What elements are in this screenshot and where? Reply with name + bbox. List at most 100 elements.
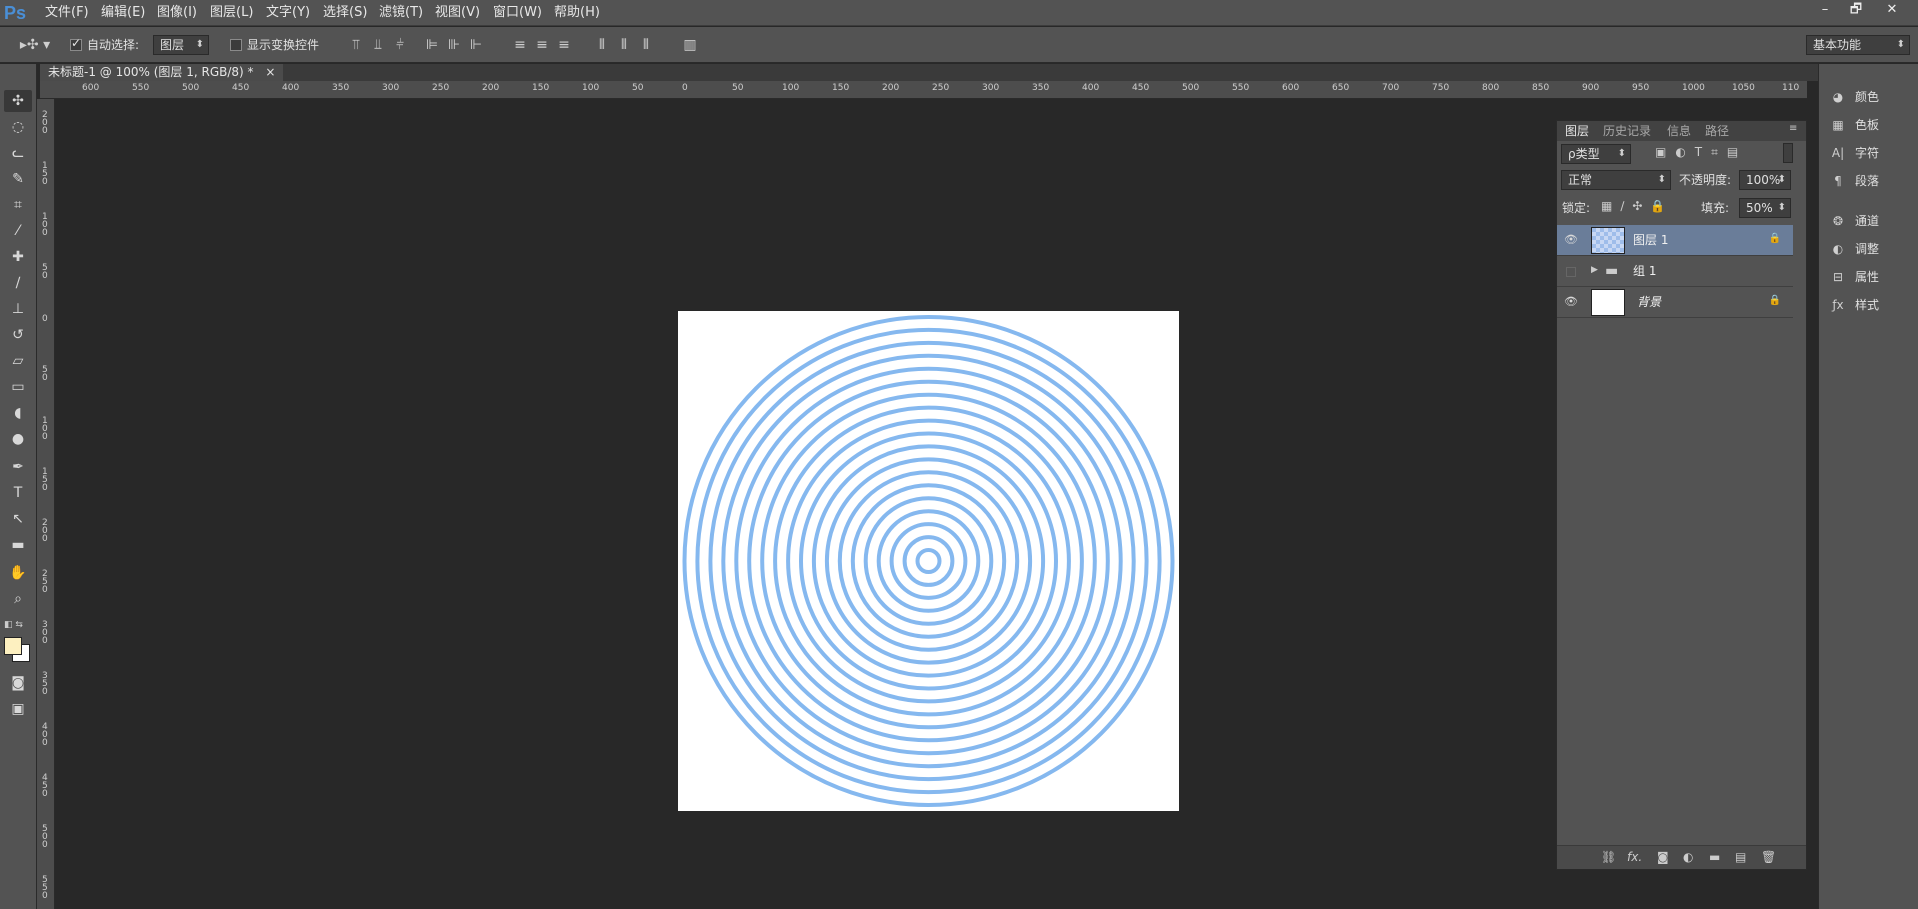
auto-align-icon[interactable]: ▥: [680, 35, 700, 55]
group-expand-chevron-icon[interactable]: ▶: [1591, 265, 1598, 275]
opacity-field[interactable]: 100%: [1739, 170, 1791, 190]
tools-panel: ✣ ◌ ᓚ ✎ ⌗ ⁄ ✚ ∕ ⊥ ↺ ▱ ▭ ◖ ● ✒ T ↖ ▬ ✋ ⌕ …: [0, 64, 37, 909]
align-right-icon[interactable]: ⊩: [466, 35, 486, 55]
history-brush-icon[interactable]: ↺: [4, 324, 32, 346]
ruler-tick-label: 150: [532, 83, 550, 93]
show-transform-label: 显示变换控件: [247, 38, 320, 52]
dock-character[interactable]: A| 字符: [1829, 142, 1879, 164]
foreground-color-swatch[interactable]: [4, 637, 22, 655]
dock-styles[interactable]: ƒx 样式: [1829, 294, 1879, 316]
distribute-left-icon[interactable]: ⦀: [592, 35, 612, 55]
align-vcenter-icon[interactable]: ⫫: [368, 35, 388, 55]
layer-row[interactable]: 👁 图层 1 🔒: [1557, 225, 1793, 256]
menu-image[interactable]: 图像(I): [157, 0, 197, 26]
ring-circle: [721, 353, 1136, 769]
document-canvas[interactable]: [678, 311, 1179, 811]
workspace-switcher[interactable]: 基本功能: [1806, 35, 1910, 55]
dock-properties[interactable]: ⊟ 属性: [1829, 266, 1879, 288]
fill-field[interactable]: 50%: [1739, 198, 1791, 218]
dock-color[interactable]: ◕ 颜色: [1829, 86, 1879, 108]
document-tab-close-icon[interactable]: ×: [265, 65, 275, 79]
layer-filter-dropdown[interactable]: ρ类型: [1561, 144, 1631, 164]
show-transform-checkbox[interactable]: [230, 39, 242, 51]
align-left-icon[interactable]: ⊫: [422, 35, 442, 55]
auto-select-checkbox[interactable]: [70, 36, 82, 51]
close-button[interactable]: ✕: [1878, 1, 1906, 19]
fx-icon[interactable]: fx.: [1627, 850, 1642, 864]
path-select-tool-icon[interactable]: ↖: [4, 508, 32, 530]
lasso-tool-icon[interactable]: ᓚ: [4, 142, 32, 164]
move-tool-icon[interactable]: ✣: [4, 90, 32, 112]
menu-file[interactable]: 文件(F): [45, 0, 89, 26]
menu-edit[interactable]: 编辑(E): [101, 0, 145, 26]
distribute-bottom-icon[interactable]: ≡: [554, 35, 574, 55]
move-tool-preset-icon[interactable]: ▸✣ ▾: [18, 35, 52, 55]
auto-select-dropdown[interactable]: 图层: [153, 35, 209, 55]
panel-menu-icon[interactable]: ≡: [1789, 123, 1797, 134]
dock-swatches[interactable]: ▦ 色板: [1829, 114, 1879, 136]
align-bottom-icon[interactable]: ⫩: [390, 35, 410, 55]
document-tab[interactable]: 未标题-1 @ 100% (图层 1, RGB/8) * ×: [40, 64, 284, 81]
link-layers-icon[interactable]: ⛓: [1601, 850, 1616, 864]
align-hcenter-icon[interactable]: ⊪: [444, 35, 464, 55]
blend-mode-dropdown[interactable]: 正常: [1561, 170, 1671, 190]
menu-window[interactable]: 窗口(W): [493, 0, 542, 26]
shape-tool-icon[interactable]: ▬: [4, 534, 32, 556]
new-layer-icon[interactable]: ▤: [1735, 850, 1746, 864]
distribute-right-icon[interactable]: ⦀: [636, 35, 656, 55]
brush-tool-icon[interactable]: ∕: [4, 272, 32, 294]
new-group-icon[interactable]: ▬: [1709, 850, 1720, 864]
add-mask-icon[interactable]: ◙: [1657, 850, 1669, 864]
distribute-top-icon[interactable]: ≡: [510, 35, 530, 55]
dock-paragraph[interactable]: ¶ 段落: [1829, 170, 1879, 192]
ring-circle: [902, 535, 955, 587]
dodge-tool-icon[interactable]: ●: [4, 428, 32, 450]
delete-layer-icon[interactable]: 🗑: [1761, 850, 1776, 864]
marquee-tool-icon[interactable]: ◌: [4, 116, 32, 138]
dock-channels[interactable]: ❂ 通道: [1829, 210, 1879, 232]
ruler-tick-label: 600: [82, 83, 100, 93]
hand-tool-icon[interactable]: ✋: [4, 562, 32, 584]
align-top-icon[interactable]: ⫪: [346, 35, 366, 55]
visibility-off-box[interactable]: [1566, 267, 1576, 277]
stamp-tool-icon[interactable]: ⊥: [4, 298, 32, 320]
zoom-tool-icon[interactable]: ⌕: [4, 588, 32, 610]
menu-type[interactable]: 文字(Y): [266, 0, 310, 26]
layer-filter-icons[interactable]: ▣◐T⌗▤: [1655, 145, 1747, 160]
quick-mask-icon[interactable]: ◙: [4, 672, 32, 694]
tab-info[interactable]: 信息: [1667, 121, 1691, 141]
filter-toggle[interactable]: [1783, 143, 1793, 163]
tab-history[interactable]: 历史记录: [1603, 121, 1651, 141]
tab-layers[interactable]: 图层: [1565, 121, 1589, 141]
quick-select-tool-icon[interactable]: ✎: [4, 168, 32, 190]
minimize-button[interactable]: –: [1811, 1, 1839, 19]
dock-adjustments[interactable]: ◐ 调整: [1829, 238, 1879, 260]
type-tool-icon[interactable]: T: [4, 482, 32, 504]
visibility-eye-icon[interactable]: 👁: [1563, 295, 1579, 309]
menu-layer[interactable]: 图层(L): [210, 0, 253, 26]
tab-paths[interactable]: 路径: [1705, 121, 1729, 141]
adjustment-layer-icon[interactable]: ◐: [1683, 850, 1693, 864]
screen-mode-icon[interactable]: ▣: [4, 698, 32, 720]
layers-panel: 图层 历史记录 信息 路径 ≡ ρ类型 ▣◐T⌗▤ 正常 不透明度: 100% …: [1556, 120, 1807, 870]
restore-button[interactable]: 🗗: [1842, 1, 1870, 19]
distribute-hcenter-icon[interactable]: ⦀: [614, 35, 634, 55]
swap-colors-icon[interactable]: ◧ ⇆: [4, 620, 34, 630]
healing-brush-icon[interactable]: ✚: [4, 246, 32, 268]
eraser-tool-icon[interactable]: ▱: [4, 350, 32, 372]
menu-filter[interactable]: 滤镜(T): [379, 0, 423, 26]
menu-select[interactable]: 选择(S): [323, 0, 367, 26]
gradient-tool-icon[interactable]: ▭: [4, 376, 32, 398]
distribute-vcenter-icon[interactable]: ≡: [532, 35, 552, 55]
app-logo: Ps: [4, 3, 27, 23]
layer-row[interactable]: 👁 背景 🔒: [1557, 287, 1793, 318]
lock-options-icons[interactable]: ▦∕✣🔒: [1601, 199, 1673, 213]
eyedropper-tool-icon[interactable]: ⁄: [4, 220, 32, 242]
blur-tool-icon[interactable]: ◖: [4, 402, 32, 424]
visibility-eye-icon[interactable]: 👁: [1563, 233, 1579, 247]
menu-help[interactable]: 帮助(H): [554, 0, 600, 26]
pen-tool-icon[interactable]: ✒: [4, 456, 32, 478]
layer-row[interactable]: ▶ ▬ 组 1: [1557, 256, 1793, 287]
crop-tool-icon[interactable]: ⌗: [4, 194, 32, 216]
menu-view[interactable]: 视图(V): [435, 0, 480, 26]
